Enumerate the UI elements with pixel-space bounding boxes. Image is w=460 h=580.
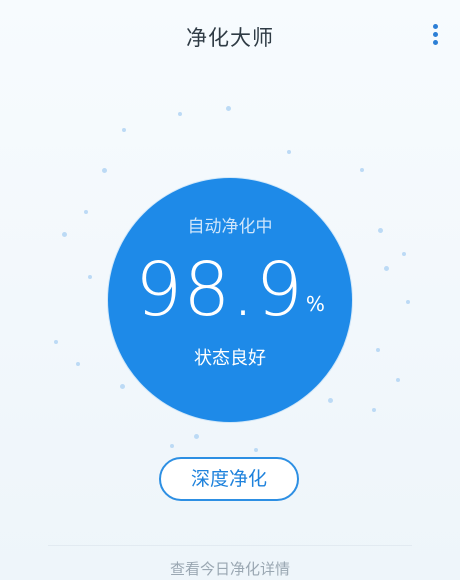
particle-dot	[287, 150, 291, 154]
particle-dot	[84, 210, 88, 214]
purity-value: 98.9	[135, 247, 304, 333]
particle-dot	[378, 228, 383, 233]
auto-purifying-label: 自动净化中	[187, 217, 273, 237]
particle-dot	[376, 348, 380, 352]
particle-dot	[328, 398, 333, 403]
particle-dot	[402, 252, 406, 256]
particle-dot	[254, 448, 258, 452]
percent-unit: %	[305, 292, 325, 316]
particle-dot	[170, 444, 174, 448]
particle-dot	[384, 266, 389, 271]
particle-dot	[122, 128, 126, 132]
particle-dot	[88, 275, 92, 279]
divider	[48, 545, 412, 546]
particle-dot	[120, 384, 125, 389]
particle-dot	[178, 112, 182, 116]
particle-dot	[406, 300, 410, 304]
deep-clean-button[interactable]: 深度净化	[159, 457, 299, 501]
particle-dot	[76, 362, 80, 366]
particle-dot	[194, 434, 199, 439]
view-today-details-link[interactable]: 查看今日净化详情	[0, 558, 460, 579]
particle-dot	[62, 232, 67, 237]
purity-percentage: 98.9%	[108, 250, 352, 330]
app-screen: 净化大师 自动净化中 98.9 % 状态良好 深度净化 查看今日净化详情	[0, 0, 460, 580]
purification-status-circle: 自动净化中 98.9% 状态良好	[108, 178, 352, 422]
particle-dot	[102, 168, 107, 173]
particle-dot	[360, 168, 364, 172]
condition-label: 状态良好	[194, 348, 266, 369]
particle-dot	[54, 340, 58, 344]
particle-dot	[226, 106, 231, 111]
particle-dot	[372, 408, 376, 412]
particle-dot	[396, 378, 400, 382]
